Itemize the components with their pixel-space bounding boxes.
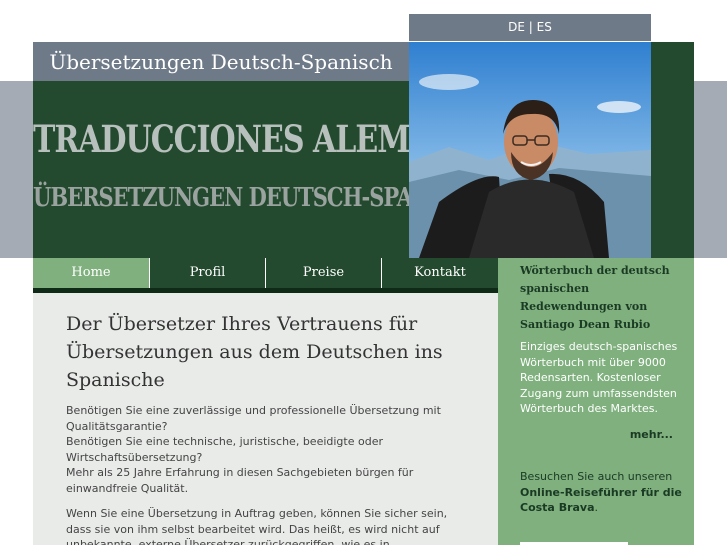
nav-item-home[interactable]: Home <box>33 258 150 288</box>
body-paragraph: Wenn Sie eine Übersetzung in Auftrag geb… <box>66 507 448 545</box>
header-banner: TRADUCCIONES ALEMÁN-ESPAÑOL ÜBERSETZUNGE… <box>33 81 626 258</box>
banner-heading-spanish: TRADUCCIONES ALEMÁN-ESPAÑOL <box>33 118 626 162</box>
intro-paragraph: Benötigen Sie eine zuverlässige und prof… <box>66 403 466 496</box>
sidebar: Wörterbuch der deutsch spanischen Redewe… <box>498 258 694 545</box>
intro-line: Mehr als 25 Jahre Erfahrung in diesen Sa… <box>66 466 414 495</box>
header-right-panel <box>651 42 694 258</box>
lang-de-link[interactable]: DE <box>508 20 525 34</box>
nav-item-kontakt[interactable]: Kontakt <box>382 258 498 288</box>
nav-item-profil[interactable]: Profil <box>150 258 266 288</box>
travel-guide-link[interactable]: Online-Reiseführer für die Costa Brava <box>520 486 682 515</box>
travel-guide-promo: Besuchen Sie auch unseren Online-Reisefü… <box>520 469 690 516</box>
page-heading: Der Übersetzer Ihres Vertrauens für Über… <box>66 313 443 391</box>
travel-guide-suffix: . <box>594 501 599 514</box>
travel-guide-prefix: Besuchen Sie auch unseren <box>520 470 673 483</box>
translator-photo <box>409 42 651 258</box>
intro-line: Benötigen Sie eine technische, juristisc… <box>66 435 383 464</box>
main-navigation: Home Profil Preise Kontakt <box>33 258 498 291</box>
nav-item-preise[interactable]: Preise <box>266 258 382 288</box>
site-title: Übersetzungen Deutsch-Spanisch <box>33 42 409 81</box>
lang-es-link[interactable]: ES <box>537 20 552 34</box>
banner-heading-german: ÜBERSETZUNGEN DEUTSCH-SPANISCH <box>33 181 489 213</box>
intro-line: Benötigen Sie eine zuverlässige und prof… <box>66 404 441 433</box>
lang-separator: | <box>528 20 533 34</box>
more-link[interactable]: mehr... <box>630 428 673 441</box>
dictionary-title: Wörterbuch der deutsch spanischen Redewe… <box>520 264 670 331</box>
main-content: Der Übersetzer Ihres Vertrauens für Über… <box>33 293 498 545</box>
language-switch: DE | ES <box>409 14 651 41</box>
dictionary-description: Einziges deutsch-spanisches Wörterbuch m… <box>520 340 678 415</box>
